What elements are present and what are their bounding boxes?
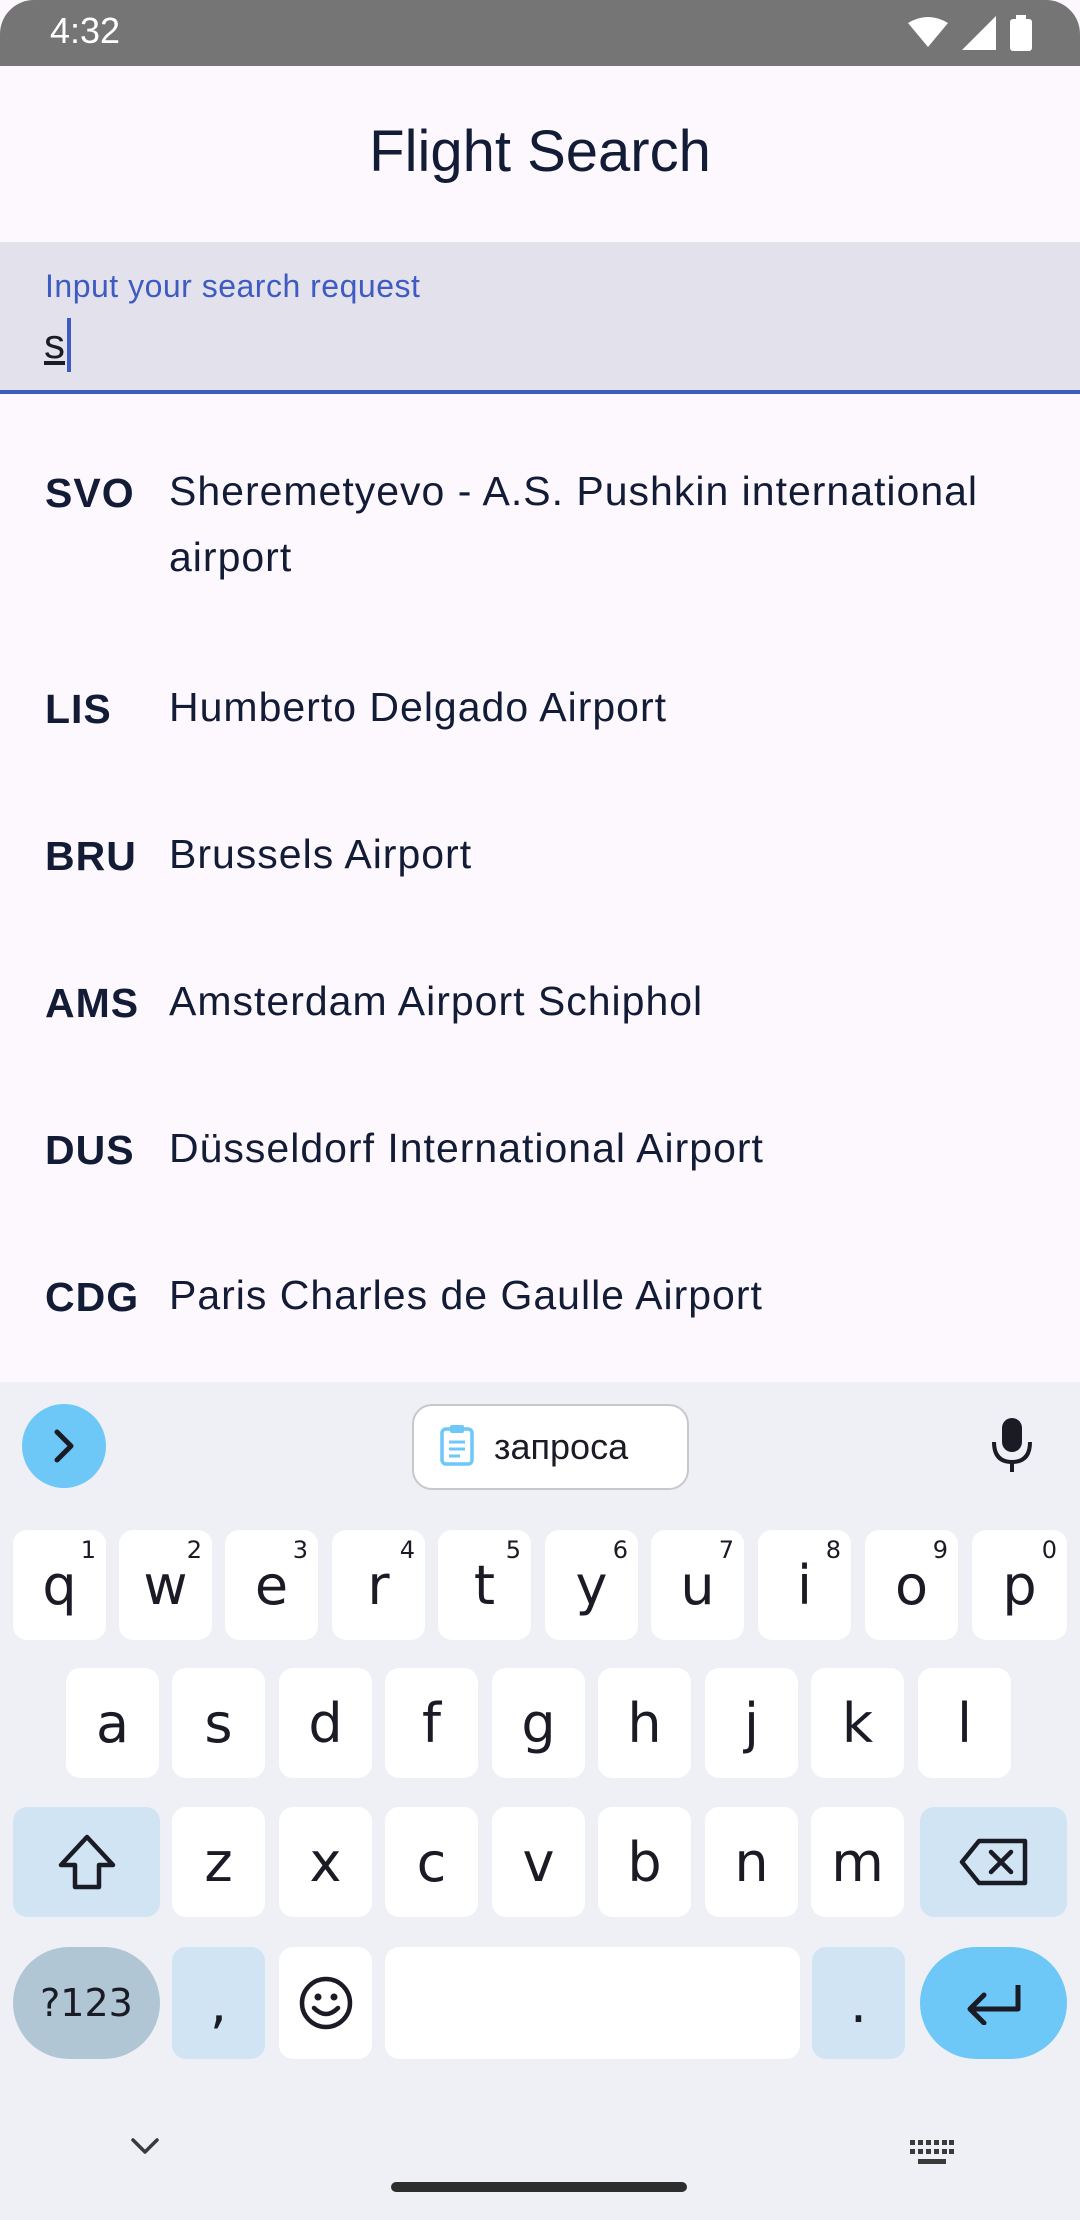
search-input[interactable]: Input your search request s <box>0 242 1080 394</box>
backspace-key[interactable] <box>920 1807 1067 1917</box>
key-v[interactable]: v <box>492 1807 585 1917</box>
airport-code: BRU <box>45 833 137 879</box>
key-n[interactable]: n <box>705 1807 798 1917</box>
key-e[interactable]: e3 <box>225 1530 318 1640</box>
search-input-label: Input your search request <box>45 268 421 304</box>
key-f[interactable]: f <box>385 1668 478 1778</box>
key-j[interactable]: j <box>705 1668 798 1778</box>
on-screen-keyboard: запроса q1 w2 e3 r4 t5 y6 u7 i8 o9 p0 a … <box>0 1382 1080 2220</box>
keyboard-toolbar-expand-button[interactable] <box>22 1404 106 1488</box>
key-k[interactable]: k <box>811 1668 904 1778</box>
emoji-key[interactable] <box>279 1947 372 2059</box>
airport-code: LIS <box>45 686 112 732</box>
emoji-icon <box>299 1976 352 2030</box>
enter-key[interactable] <box>920 1947 1067 2059</box>
airport-name: Humberto Delgado Airport <box>169 684 668 730</box>
airport-name: Düsseldorf International Airport <box>169 1125 764 1171</box>
airport-name: Sheremetyevo - A.S. Pushkin internationa… <box>169 468 979 580</box>
airport-code: CDG <box>45 1274 140 1320</box>
key-i[interactable]: i8 <box>758 1530 851 1640</box>
airport-code: AMS <box>45 980 140 1026</box>
key-b[interactable]: b <box>598 1807 691 1917</box>
key-r[interactable]: r4 <box>332 1530 425 1640</box>
hide-keyboard-chevron-icon[interactable] <box>130 2136 160 2161</box>
list-item[interactable]: CDG Paris Charles de Gaulle Airport <box>0 1262 1080 1332</box>
microphone-icon[interactable] <box>990 1416 1034 1479</box>
key-x[interactable]: x <box>279 1807 372 1917</box>
wifi-icon <box>908 17 948 49</box>
airport-name: Brussels Airport <box>169 831 473 877</box>
key-u[interactable]: u7 <box>651 1530 744 1640</box>
key-m[interactable]: m <box>811 1807 904 1917</box>
period-key[interactable]: . <box>812 1947 905 2059</box>
list-item[interactable]: BRU Brussels Airport <box>0 821 1080 891</box>
symbols-key[interactable]: ?123 <box>13 1947 160 2059</box>
shift-key[interactable] <box>13 1807 160 1917</box>
text-cursor <box>67 318 71 372</box>
key-p[interactable]: p0 <box>972 1530 1067 1640</box>
keyboard-switcher-icon[interactable] <box>910 2140 954 2171</box>
airport-code: SVO <box>45 470 135 516</box>
clipboard-suggestion-text: запроса <box>494 1426 629 1467</box>
key-g[interactable]: g <box>492 1668 585 1778</box>
key-d[interactable]: d <box>279 1668 372 1778</box>
key-s[interactable]: s <box>172 1668 265 1778</box>
status-time: 4:32 <box>50 10 121 51</box>
search-input-value[interactable]: s <box>44 320 65 368</box>
space-key[interactable] <box>385 1947 800 2059</box>
shift-icon <box>58 1834 115 1890</box>
key-w[interactable]: w2 <box>119 1530 212 1640</box>
enter-icon <box>967 1985 1020 2025</box>
status-icons <box>908 14 1032 52</box>
key-q[interactable]: q1 <box>13 1530 106 1640</box>
key-a[interactable]: a <box>66 1668 159 1778</box>
comma-key[interactable]: , <box>172 1947 265 2059</box>
battery-icon <box>1010 15 1032 51</box>
clipboard-icon <box>440 1424 474 1471</box>
status-bar: 4:32 <box>0 0 1080 66</box>
key-z[interactable]: z <box>172 1807 265 1917</box>
key-t[interactable]: t5 <box>438 1530 531 1640</box>
page-title: Flight Search <box>369 119 711 184</box>
key-l[interactable]: l <box>918 1668 1011 1778</box>
clipboard-suggestion-chip[interactable]: запроса <box>412 1404 689 1490</box>
list-item[interactable]: SVO Sheremetyevo - A.S. Pushkin internat… <box>0 458 1080 618</box>
list-item[interactable]: AMS Amsterdam Airport Schiphol <box>0 968 1080 1038</box>
airport-name: Amsterdam Airport Schiphol <box>169 978 704 1024</box>
signal-icon <box>962 16 996 50</box>
airport-name: Paris Charles de Gaulle Airport <box>169 1272 763 1318</box>
list-item[interactable]: DUS Düsseldorf International Airport <box>0 1115 1080 1185</box>
key-o[interactable]: o9 <box>865 1530 958 1640</box>
key-h[interactable]: h <box>598 1668 691 1778</box>
list-item[interactable]: LIS Humberto Delgado Airport <box>0 674 1080 744</box>
key-y[interactable]: y6 <box>545 1530 638 1640</box>
airport-code: DUS <box>45 1127 135 1173</box>
chevron-right-icon <box>54 1429 74 1463</box>
home-indicator[interactable] <box>391 2182 687 2192</box>
backspace-icon <box>959 1838 1027 1886</box>
key-c[interactable]: c <box>385 1807 478 1917</box>
